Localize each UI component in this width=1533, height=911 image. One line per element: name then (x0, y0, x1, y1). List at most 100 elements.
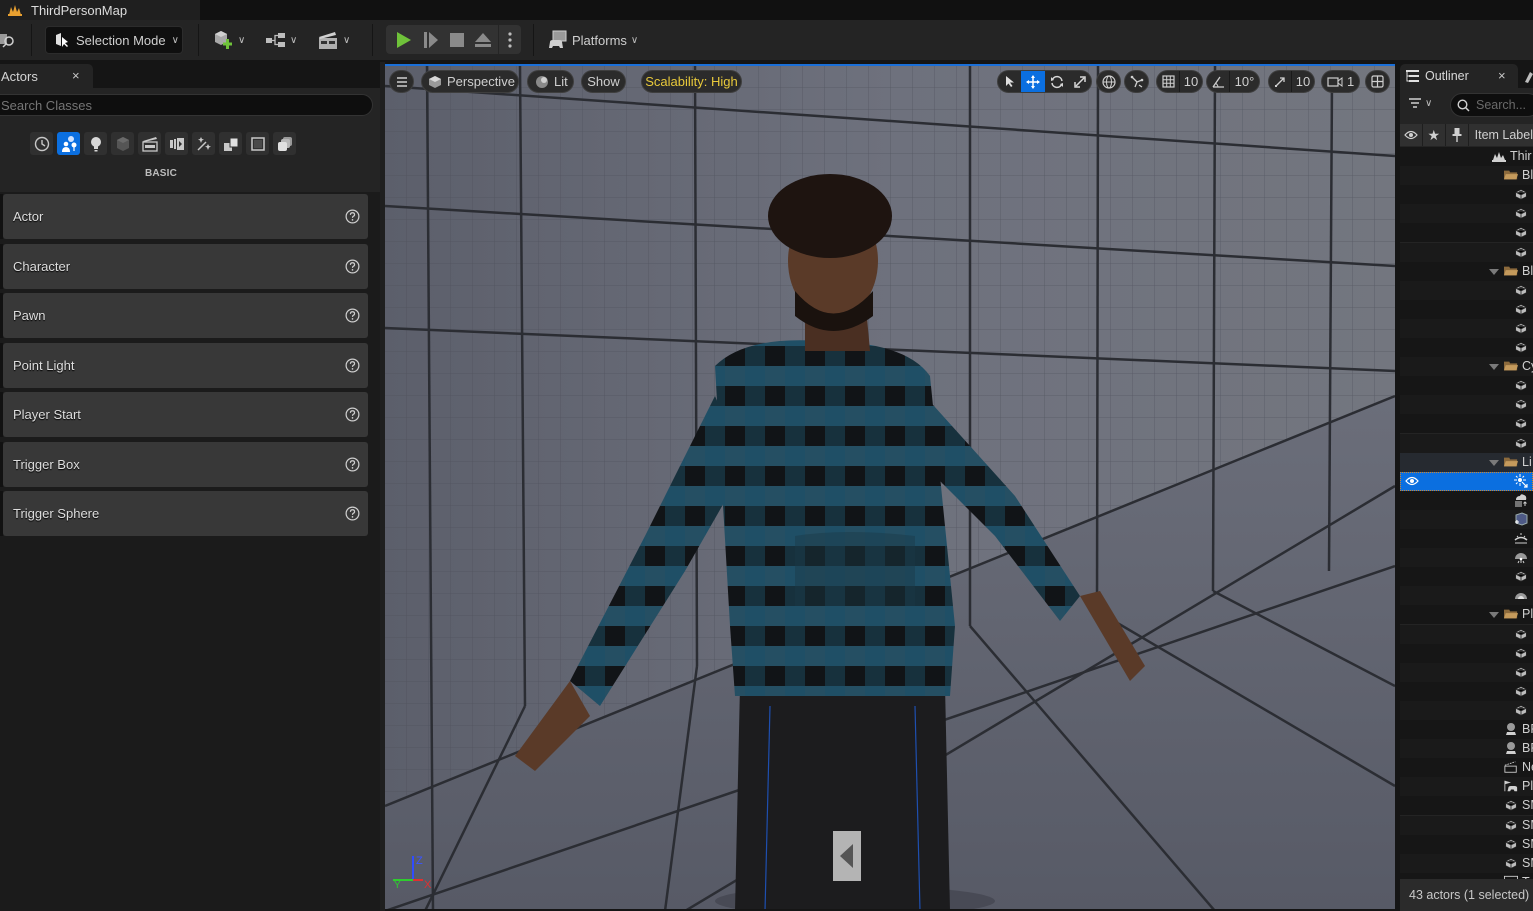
category-shapes[interactable] (111, 132, 134, 155)
outliner-actor-row[interactable] (1400, 490, 1533, 510)
category-geometry[interactable] (219, 132, 242, 155)
viewport-layout-button[interactable] (1365, 70, 1390, 93)
outliner-actor-row[interactable] (1400, 299, 1533, 319)
view-mode-dropdown[interactable]: Perspective (421, 70, 519, 93)
select-tool-button[interactable] (998, 71, 1021, 92)
visibility-column[interactable] (1400, 124, 1423, 146)
outliner-actor-row[interactable] (1400, 414, 1533, 434)
outliner-actor-row[interactable] (1400, 318, 1533, 338)
help-icon[interactable] (345, 358, 360, 373)
scale-snap-value[interactable]: 10 (1291, 71, 1314, 92)
outliner-actor-row[interactable] (1400, 548, 1533, 568)
outliner-actor-row[interactable] (1400, 700, 1533, 720)
actor-class-item[interactable]: Point Light (0, 343, 368, 388)
blueprints-button[interactable]: ∨ (265, 28, 297, 52)
outliner-actor-row[interactable] (1400, 681, 1533, 701)
rotate-tool-button[interactable] (1045, 71, 1069, 92)
scale-tool-button[interactable] (1069, 71, 1091, 92)
outliner-actor-row[interactable] (1400, 376, 1533, 396)
category-lights[interactable] (84, 132, 107, 155)
outliner-folder-row[interactable]: Cy (1400, 357, 1533, 377)
expand-arrow-icon[interactable] (1489, 268, 1499, 275)
outliner-actor-row[interactable] (1400, 529, 1533, 548)
outliner-actor-row[interactable]: SM (1400, 815, 1533, 835)
surface-snapping-toggle[interactable] (1124, 70, 1149, 93)
help-icon[interactable] (345, 259, 360, 274)
outliner-actor-row[interactable] (1400, 185, 1533, 205)
outliner-actor-row[interactable] (1400, 567, 1533, 587)
platforms-dropdown[interactable]: Platforms ∨ (548, 28, 638, 52)
outliner-actor-row[interactable]: Thir (1400, 147, 1533, 166)
viewport-menu-button[interactable] (389, 70, 414, 93)
scale-snap-control[interactable]: 10 (1268, 70, 1315, 93)
play-button[interactable] (394, 30, 414, 50)
outliner-actor-row[interactable] (1400, 643, 1533, 663)
selection-mode-dropdown[interactable]: Selection Mode ∨ (45, 26, 183, 54)
category-effects[interactable] (192, 132, 215, 155)
advance-frame-button[interactable] (421, 30, 441, 50)
actors-tab[interactable]: Actors × (0, 64, 93, 88)
actor-class-item[interactable]: Player Start (0, 392, 368, 437)
actor-class-item[interactable]: Actor (0, 194, 368, 239)
add-actor-button[interactable]: ∨ (213, 28, 245, 52)
outliner-actor-row[interactable]: SM (1400, 853, 1533, 873)
outliner-actor-row[interactable]: SM (1400, 796, 1533, 816)
world-local-toggle[interactable] (1096, 70, 1121, 93)
outliner-tab[interactable]: Outliner × (1400, 64, 1518, 88)
level-viewport[interactable]: Z Y X Perspective Lit Show Scalability: … (385, 64, 1395, 909)
help-icon[interactable] (345, 457, 360, 472)
category-visual-effects[interactable] (165, 132, 188, 155)
help-icon[interactable] (345, 308, 360, 323)
outliner-actor-row[interactable] (1400, 586, 1533, 606)
outliner-folder-row[interactable]: Pl (1400, 605, 1533, 625)
outliner-actor-row[interactable] (1400, 280, 1533, 300)
outliner-actor-row[interactable] (1400, 509, 1533, 529)
outliner-actor-row[interactable]: Ne (1400, 758, 1533, 778)
outliner-actor-row[interactable] (1400, 223, 1533, 243)
outliner-actor-row[interactable] (1400, 338, 1533, 357)
outliner-search-input[interactable]: Search... (1450, 93, 1533, 117)
outliner-folder-row[interactable]: Bl (1400, 166, 1533, 186)
scale-snap-toggle[interactable] (1269, 71, 1291, 92)
help-icon[interactable] (345, 209, 360, 224)
filter-button[interactable]: ∨ (1408, 97, 1432, 109)
outliner-actor-row[interactable]: BF (1400, 739, 1533, 759)
show-flags-dropdown[interactable]: Show (581, 70, 626, 93)
grid-snap-control[interactable]: 10 (1156, 70, 1203, 93)
stop-button[interactable] (447, 30, 467, 50)
pin-tab-icon[interactable] (1522, 70, 1533, 84)
translate-tool-button[interactable] (1021, 71, 1045, 92)
expand-arrow-icon[interactable] (1489, 364, 1499, 371)
actor-class-item[interactable]: Character (0, 244, 368, 289)
close-icon[interactable]: × (1498, 68, 1506, 83)
outliner-actor-row[interactable] (1400, 624, 1533, 644)
map-tab[interactable]: ThirdPersonMap (0, 0, 200, 20)
pin-column[interactable] (1446, 124, 1469, 146)
expand-arrow-icon[interactable] (1489, 612, 1499, 619)
category-basic[interactable] (57, 132, 80, 155)
help-icon[interactable] (345, 407, 360, 422)
outliner-folder-row[interactable]: Li (1400, 452, 1533, 472)
outliner-actor-row[interactable]: Pl (1400, 777, 1533, 797)
search-classes-input[interactable] (0, 94, 373, 116)
outliner-actor-row[interactable] (1400, 242, 1533, 262)
rotation-snap-toggle[interactable] (1207, 71, 1229, 92)
category-recently-placed[interactable] (30, 132, 53, 155)
help-icon[interactable] (345, 506, 360, 521)
outliner-actor-row[interactable]: SM (1400, 834, 1533, 854)
actor-class-item[interactable]: Trigger Box (0, 442, 368, 487)
favorite-column[interactable]: ★ (1423, 124, 1446, 146)
category-cinematic[interactable] (138, 132, 161, 155)
browse-icon[interactable] (0, 31, 16, 49)
camera-speed-control[interactable]: 1 (1321, 70, 1360, 93)
eject-button[interactable] (473, 30, 493, 50)
rotation-snap-value[interactable]: 10° (1229, 71, 1259, 92)
grid-snap-toggle[interactable] (1157, 71, 1179, 92)
item-label-column[interactable]: Item Label (1469, 128, 1533, 142)
lighting-mode-dropdown[interactable]: Lit (527, 70, 574, 93)
scalability-button[interactable]: Scalability: High (641, 70, 742, 93)
outliner-actor-row[interactable] (1400, 395, 1533, 415)
outliner-actor-row[interactable] (1400, 662, 1533, 682)
close-icon[interactable]: × (72, 68, 80, 83)
outliner-actor-row[interactable] (1400, 471, 1533, 491)
